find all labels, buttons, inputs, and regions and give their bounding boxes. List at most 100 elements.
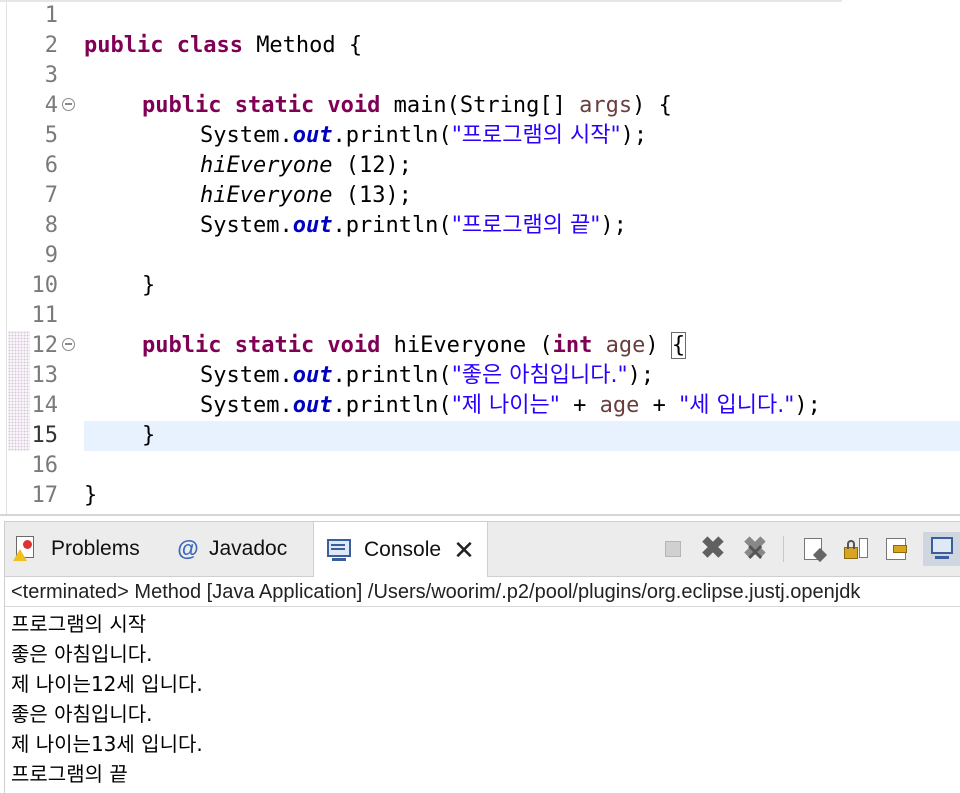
code-line-12[interactable]: 12 public static void hiEveryone (int ag…	[0, 331, 960, 361]
static-field: out	[292, 123, 333, 148]
class-ref: System.	[200, 393, 293, 418]
launch-status: <terminated> Method [Java Application] /…	[5, 577, 960, 607]
method-args: (13);	[332, 183, 412, 208]
output-line: 프로그램의 시작	[11, 612, 147, 636]
method-name: hiEveryone	[200, 153, 333, 178]
console-output[interactable]: 프로그램의 시작 좋은 아침입니다. 제 나이는12세 입니다. 좋은 아침입니…	[11, 609, 957, 789]
line-number: 5	[44, 123, 58, 148]
tab-javadoc[interactable]: @ Javadoc	[177, 522, 287, 576]
output-line: 좋은 아침입니다.	[11, 642, 153, 666]
code-line-13[interactable]: 13 System.out.println("좋은 아침입니다.");	[0, 361, 960, 391]
code-line-1[interactable]: 1	[0, 1, 960, 31]
method-call: .println(	[332, 363, 452, 388]
string-literal: "프로그램의 시작"	[451, 123, 621, 148]
display-selected-console-icon[interactable]	[883, 535, 911, 563]
string-literal: "좋은 아침입니다."	[451, 363, 628, 388]
code-line-2[interactable]: 2 public class Method {	[0, 31, 960, 61]
fold-collapse-icon[interactable]	[62, 98, 75, 111]
method-call: .println(	[332, 123, 452, 148]
parameter-name: age	[605, 333, 646, 358]
line-number: 11	[31, 303, 59, 328]
closing-brace: }	[142, 423, 156, 448]
line-number: 10	[31, 273, 59, 298]
code-line-11[interactable]: 11	[0, 301, 960, 331]
static-field: out	[292, 213, 333, 238]
remove-launch-icon[interactable]: ✖	[699, 534, 727, 564]
closing-brace: }	[84, 483, 98, 508]
class-ref: System.	[200, 213, 293, 238]
keyword: public static void	[142, 333, 394, 358]
keyword: int	[552, 333, 606, 358]
line-number: 13	[31, 363, 59, 388]
code-editor[interactable]: 1 2 public class Method { 3 4 public sta…	[0, 0, 960, 516]
line-number: 7	[44, 183, 58, 208]
scroll-lock-icon[interactable]	[801, 535, 829, 563]
stop-icon[interactable]	[659, 535, 687, 563]
string-literal: "제 나이는"	[451, 393, 560, 418]
code-line-5[interactable]: 5 System.out.println("프로그램의 시작");	[0, 121, 960, 151]
line-number: 15	[31, 423, 59, 448]
println-statement: System.out.println("좋은 아침입니다.");	[200, 361, 654, 391]
line-number: 16	[31, 453, 59, 478]
toolbar-separator	[783, 536, 784, 562]
variable-ref: age	[599, 393, 640, 418]
method-args: (12);	[332, 153, 412, 178]
code-punctuation: );	[600, 213, 627, 238]
code-line-8[interactable]: 8 System.out.println("프로그램의 끝");	[0, 211, 960, 241]
method-call: .println(	[332, 213, 452, 238]
class-ref: System.	[200, 363, 293, 388]
code-line-16[interactable]: 16	[0, 451, 960, 481]
method-signature: main(String[]	[393, 93, 580, 118]
line-number: 4	[44, 93, 58, 118]
code-line-3[interactable]: 3	[0, 61, 960, 91]
tab-problems[interactable]: Problems	[13, 522, 140, 576]
parameter-name: args	[579, 93, 633, 118]
line-number: 2	[44, 33, 58, 58]
line-number: 12	[31, 333, 59, 358]
code-punctuation: ) {	[632, 93, 672, 118]
open-console-icon[interactable]	[923, 532, 960, 566]
println-statement: System.out.println("프로그램의 끝");	[200, 211, 627, 241]
code-punctuation: );	[620, 123, 648, 148]
code-line-17[interactable]: 17 }	[0, 481, 960, 511]
fold-collapse-icon[interactable]	[62, 338, 75, 351]
output-line: 프로그램의 끝	[11, 762, 128, 786]
tab-console[interactable]: Console ✕	[313, 522, 488, 577]
code-punctuation: );	[794, 393, 821, 418]
static-field: out	[292, 363, 333, 388]
string-literal: "세 입니다."	[679, 393, 795, 418]
code-line-15[interactable]: 15 }	[0, 421, 960, 451]
close-icon[interactable]: ✕	[453, 536, 475, 564]
string-literal: "프로그램의 끝"	[451, 213, 601, 238]
output-line: 좋은 아침입니다.	[11, 702, 153, 726]
console-view: Problems @ Javadoc Console ✕ ✖ ✖ <termin…	[4, 521, 960, 793]
println-statement: System.out.println("프로그램의 시작");	[200, 121, 647, 151]
code-line-6[interactable]: 6 hiEveryone (12);	[0, 151, 960, 181]
editor-bottom-border	[0, 514, 960, 516]
line-number: 14	[31, 393, 59, 418]
keyword: public static void	[142, 93, 394, 118]
static-field: out	[292, 393, 333, 418]
code-line-10[interactable]: 10 }	[0, 271, 960, 301]
method-name: hiEveryone	[200, 183, 333, 208]
matching-brace: {	[670, 332, 687, 359]
code-punctuation: );	[627, 363, 655, 388]
operator: +	[639, 393, 680, 418]
remove-all-terminated-icon[interactable]: ✖	[741, 534, 769, 568]
line-number: 8	[44, 213, 58, 238]
code-line-4[interactable]: 4 public static void main(String[] args)…	[0, 91, 960, 121]
operator: +	[559, 393, 600, 418]
hieveryone-method-declaration: public static void hiEveryone (int age) …	[142, 331, 687, 361]
code-line-14[interactable]: 14 System.out.println("제 나이는" + age + "세…	[0, 391, 960, 421]
javadoc-at-icon: @	[177, 536, 199, 561]
main-method-declaration: public static void main(String[] args) {	[142, 91, 672, 121]
tab-label: Javadoc	[209, 537, 288, 560]
method-call-statement: hiEveryone (13);	[200, 181, 412, 211]
code-line-9[interactable]: 9	[0, 241, 960, 271]
line-number: 1	[44, 3, 58, 28]
closing-brace: }	[142, 273, 156, 298]
line-number: 9	[44, 243, 58, 268]
pin-console-icon[interactable]	[841, 535, 869, 563]
code-line-7[interactable]: 7 hiEveryone (13);	[0, 181, 960, 211]
line-number: 6	[44, 153, 58, 178]
